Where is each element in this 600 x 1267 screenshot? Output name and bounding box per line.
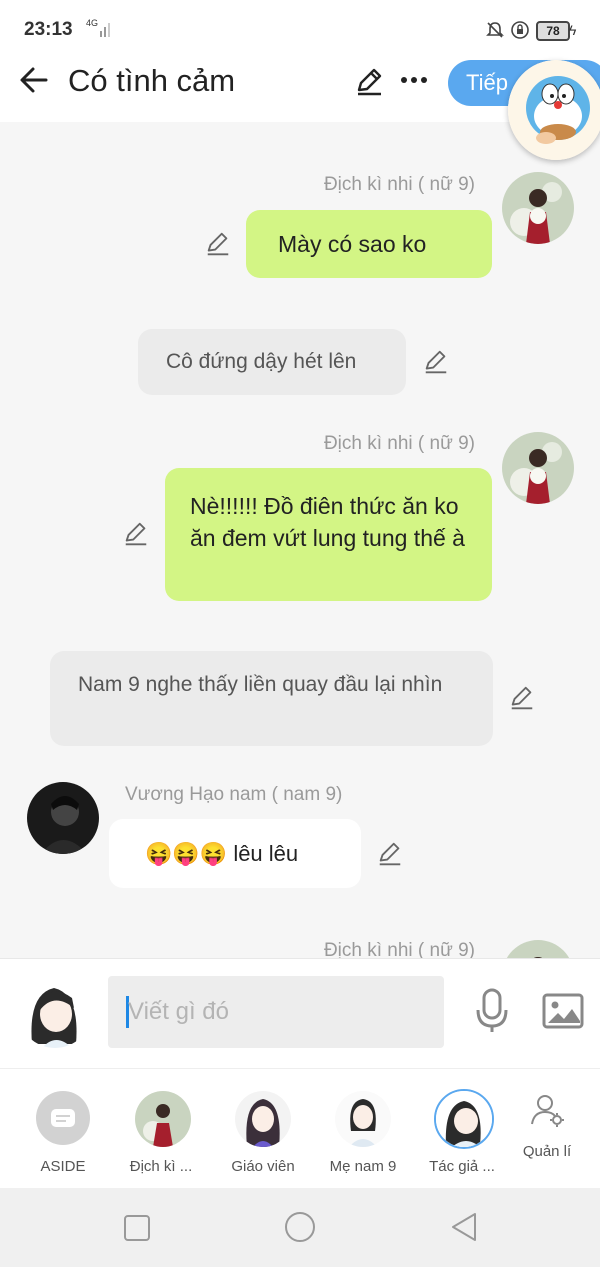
doraemon-sticker[interactable] — [508, 60, 600, 160]
character-avatar[interactable] — [335, 1091, 391, 1147]
microphone-icon[interactable] — [474, 988, 510, 1034]
network-indicator: 4G — [86, 18, 99, 28]
current-character-avatar[interactable] — [18, 974, 92, 1048]
manage-label[interactable]: Quản lí — [497, 1143, 597, 1160]
sender-name: Địch kì nhi ( nữ 9) — [323, 174, 475, 195]
lock-rotation-icon — [511, 21, 529, 39]
signal-icon — [100, 23, 110, 37]
edit-message-pencil-icon[interactable] — [204, 230, 232, 258]
edit-title-pencil-icon[interactable] — [354, 66, 384, 96]
aside-character-button[interactable] — [36, 1091, 90, 1145]
edit-message-pencil-icon[interactable] — [422, 348, 450, 376]
message-input-placeholder: Viết gì đó — [128, 998, 229, 1025]
manage-users-icon[interactable] — [530, 1092, 566, 1128]
message-bubble[interactable]: Nè!!!!!! Đồ điên thức ăn ko ăn đem vứt l… — [165, 468, 492, 601]
narration-bubble[interactable]: Cô đứng dậy hét lên — [138, 329, 406, 395]
message-bubble[interactable]: Mày có sao ko — [246, 210, 492, 278]
character-label: Tác giả ... — [429, 1158, 495, 1175]
recent-apps-icon[interactable] — [123, 1214, 151, 1242]
more-options-icon[interactable] — [400, 76, 428, 84]
avatar[interactable] — [502, 172, 574, 244]
edit-message-pencil-icon[interactable] — [508, 684, 536, 712]
character-label: ASIDE — [40, 1158, 86, 1175]
image-icon[interactable] — [542, 993, 584, 1029]
avatar[interactable] — [27, 782, 99, 854]
character-label: Giáo viên — [231, 1158, 295, 1175]
home-icon[interactable] — [284, 1211, 316, 1243]
character-avatar[interactable] — [235, 1091, 291, 1147]
emoji-text: 😝😝😝 — [145, 841, 228, 866]
avatar[interactable] — [502, 432, 574, 504]
mute-bell-icon — [486, 22, 504, 38]
narration-bubble[interactable]: Nam 9 nghe thấy liền quay đầu lại nhìn — [50, 651, 493, 746]
battery-indicator: 78 — [536, 21, 570, 41]
message-text: lêu lêu — [233, 841, 299, 866]
sender-name: Địch kì nhi ( nữ 9) — [323, 433, 475, 454]
edit-message-pencil-icon[interactable] — [376, 840, 404, 868]
edit-message-pencil-icon[interactable] — [122, 520, 150, 548]
status-time: 23:13 — [24, 19, 73, 40]
back-nav-icon[interactable] — [450, 1212, 478, 1242]
back-arrow-icon[interactable] — [18, 64, 50, 96]
character-label: Mẹ nam 9 — [329, 1158, 397, 1175]
character-label: Địch kì ... — [129, 1158, 193, 1175]
page-title: Có tình cảm — [68, 63, 236, 98]
message-bubble[interactable]: 😝😝😝 lêu lêu — [109, 819, 361, 888]
charging-icon: ϟ — [569, 22, 577, 38]
aside-chat-icon — [51, 1109, 75, 1127]
sender-name: Vương Hạo nam ( nam 9) — [125, 784, 343, 805]
character-avatar-selected[interactable] — [434, 1089, 494, 1149]
character-avatar[interactable] — [135, 1091, 191, 1147]
